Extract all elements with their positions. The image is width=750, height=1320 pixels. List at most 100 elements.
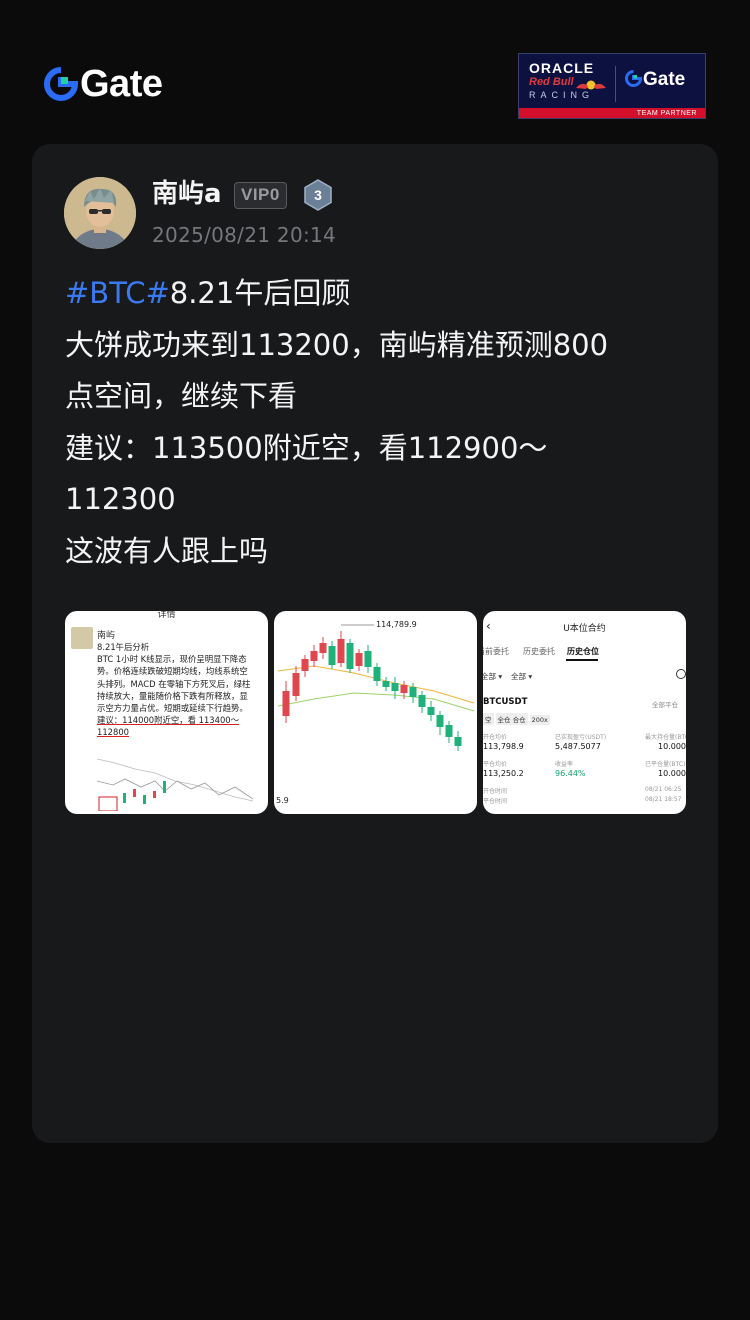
post-line-text: 8.21午后回顾: [169, 276, 351, 310]
post-card[interactable]: 南屿a VIP0 3 2025/08/21 20:14 #BTC#8.21午后回…: [32, 144, 718, 1143]
field-value: 5,487.5077: [555, 742, 601, 751]
image-gallery: 详情 南屿 8.21午后分析 BTC 1小时 K线显示，现价呈明显下降态 势。价…: [65, 611, 686, 814]
bull-icon: [574, 76, 608, 90]
field-label: 平仓时间: [483, 798, 508, 805]
candle-body: [328, 646, 336, 665]
candle-body: [391, 683, 399, 691]
candle-body: [301, 659, 309, 671]
filter-dropdown: 全部 ▾: [483, 672, 503, 681]
tag: 空: [483, 713, 494, 725]
close-all-button: 全部平仓: [652, 701, 678, 709]
thumb-text-line: 8.21午后分析: [97, 642, 150, 652]
field-value: 113,798.9: [483, 742, 524, 751]
post-line: #BTC#8.21午后回顾: [65, 268, 675, 320]
candle-body: [445, 725, 453, 737]
candle-body: [409, 687, 417, 697]
level-number: 3: [314, 187, 322, 203]
username[interactable]: 南屿a: [152, 178, 222, 210]
thumb-avatar: [71, 627, 93, 649]
tag: 200x: [529, 715, 550, 725]
field-label: 开仓时间: [483, 788, 508, 795]
field-label: 最大持仓量(BTC): [645, 734, 686, 741]
gate-small-logo-icon: [625, 69, 643, 91]
gate-logo-text: Gate: [80, 63, 163, 105]
vip-badge: VIP0: [234, 182, 287, 209]
post-body: #BTC#8.21午后回顾 大饼成功来到113200，南屿精准预测800 点空间…: [65, 268, 675, 577]
candle-body: [418, 695, 426, 707]
thumb-advice-2: 112800: [97, 727, 129, 738]
thumb-text-line: 势。价格连续跌破短期均线，均线系统空: [97, 666, 248, 677]
thumb-title: U本位合约: [563, 624, 606, 634]
thumb-text-line: 头排列。MACD 在零轴下方死叉后，绿柱: [97, 678, 251, 689]
candle-body: [319, 643, 327, 653]
tag: 全仓 合仓: [495, 713, 528, 725]
thumb-text-line: 示空方力量占优。短期或延续下行趋势。: [97, 703, 248, 714]
field-value: 96.44%: [555, 769, 586, 778]
symbol: BTCUSDT: [483, 697, 528, 707]
field-value: 08/21 18:57: [645, 796, 682, 803]
post-line: 大饼成功来到113200，南屿精准预测800: [65, 327, 609, 362]
post-line: 112300: [65, 482, 176, 516]
candle-body: [346, 643, 354, 669]
level-badge: 3: [303, 179, 333, 211]
avatar[interactable]: [64, 177, 136, 249]
image-thumbnail-chart[interactable]: 114,789.9 5.9: [274, 611, 477, 814]
field-label: 开仓均价: [483, 734, 508, 741]
peak-price-label: 114,789.9: [376, 620, 417, 629]
thumb-text-line: 持续放大，量能随价格下跌有所释放，显: [97, 690, 248, 701]
field-label: 平仓均价: [483, 761, 508, 768]
candle-body: [427, 707, 435, 715]
candle-body: [400, 685, 408, 693]
candle-body: [310, 651, 318, 661]
candle-body: [292, 673, 300, 696]
tag-row: 空全仓 合仓 200x: [483, 713, 552, 725]
partner-gate-text: Gate: [643, 69, 686, 90]
candle-body: [436, 715, 444, 727]
candlestick-chart: [277, 624, 475, 751]
field-label: 已平仓量(BTC): [645, 761, 686, 768]
post-line: 点空间，继续下看: [65, 379, 298, 413]
racing-wordmark: RACING: [529, 90, 595, 100]
tab-current-orders: 当前委托: [483, 647, 509, 656]
gate-logo-icon: [44, 67, 79, 101]
thumb-advice: 建议：114000附近空，看 113400～: [97, 715, 239, 726]
gate-logo: Gate: [44, 63, 163, 105]
field-value: 08/21 06:25: [645, 786, 682, 793]
candle-body: [364, 651, 372, 667]
tab-position-history: 历史仓位: [567, 647, 599, 656]
post-line: 这波有人跟上吗: [65, 533, 269, 568]
thumb-header: 详情: [157, 611, 176, 620]
field-value: 10.000: [658, 769, 686, 778]
thumb-text: 8.21午后分析 BTC 1小时 K线显示，现价呈明显下降态 势。价格连续跌破短…: [97, 641, 263, 739]
tab-underline: [566, 659, 598, 661]
candle-body: [454, 737, 462, 746]
redbull-wordmark: Red Bull: [529, 76, 574, 88]
image-thumbnail-position[interactable]: ‹ U本位合约 当前委托 历史委托 历史仓位 全部 ▾ 全部 ▾ 全部平仓 BT…: [483, 611, 686, 814]
thumb-text-line: BTC 1小时 K线显示，现价呈明显下降态: [97, 654, 247, 665]
moving-average-line: [277, 692, 475, 712]
candle-body: [382, 681, 390, 687]
partner-caption: TEAM PARTNER: [636, 110, 697, 117]
clock-icon: [676, 669, 686, 679]
partner-divider: [615, 66, 616, 102]
thumb-mini-chart: [96, 758, 254, 811]
field-value: 113,250.2: [483, 769, 524, 778]
post-line: 建议：113500附近空，看112900～: [65, 430, 548, 465]
thumb-username: 南屿: [97, 631, 116, 641]
field-label: 已实现盈亏(USDT): [555, 734, 607, 741]
candle-body: [373, 667, 381, 681]
team-partner-badge: ORACLE Red Bull RACING Gate TEAM PARTNER: [518, 53, 706, 119]
oracle-wordmark: ORACLE: [529, 60, 595, 76]
image-thumbnail-analysis[interactable]: 详情 南屿 8.21午后分析 BTC 1小时 K线显示，现价呈明显下降态 势。价…: [65, 611, 268, 814]
hashtag-link[interactable]: #BTC#: [65, 276, 170, 310]
post-timestamp: 2025/08/21 20:14: [152, 223, 337, 247]
candle-body: [337, 639, 345, 663]
field-value: 10.000: [658, 742, 686, 751]
tab-order-history: 历史委托: [523, 647, 555, 656]
candle-body: [282, 691, 290, 716]
candle-body: [355, 653, 363, 666]
field-label: 收益率: [555, 761, 574, 768]
low-price-label: 5.9: [276, 796, 289, 805]
partner-bar: TEAM PARTNER: [519, 108, 705, 118]
filter-dropdown: 全部 ▾: [511, 672, 533, 681]
